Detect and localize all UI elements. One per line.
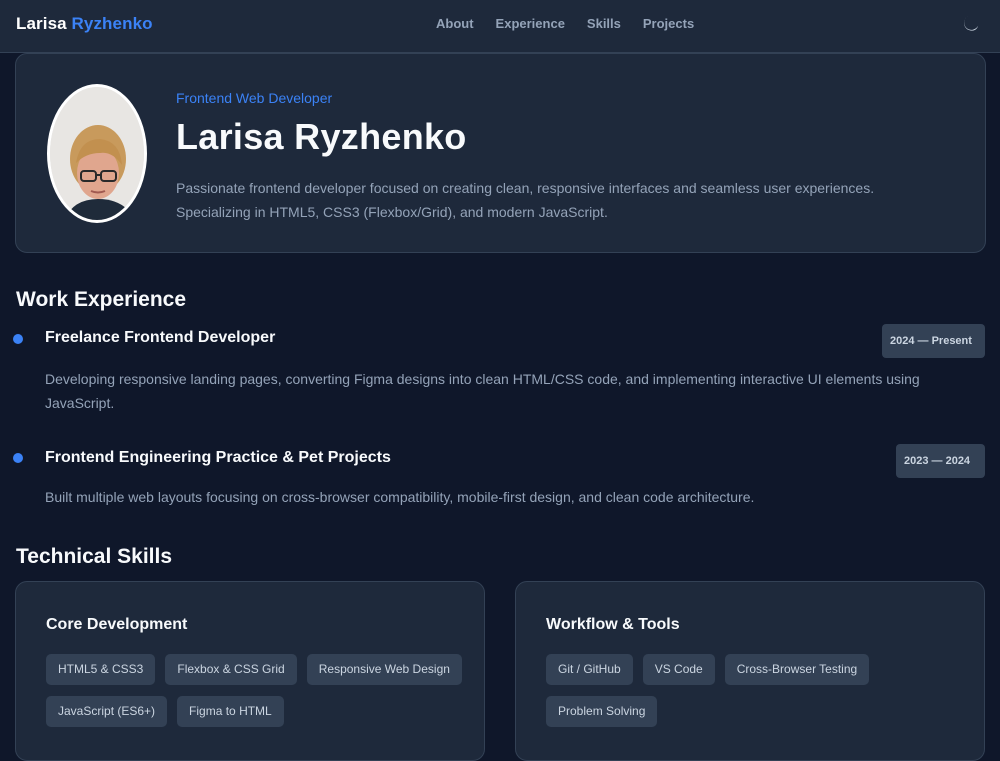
skill-card-title: Core Development bbox=[46, 616, 188, 633]
timeline-dot bbox=[13, 453, 23, 463]
job-description: Developing responsive landing pages, con… bbox=[45, 371, 920, 411]
skill-tag: Flexbox & CSS Grid bbox=[165, 654, 297, 685]
hero-role: Frontend Web Developer bbox=[176, 90, 333, 106]
brand-first-name: Larisa bbox=[16, 14, 67, 33]
theme-toggle-button[interactable] bbox=[960, 12, 982, 34]
hero-description: Passionate frontend developer focused on… bbox=[176, 180, 875, 220]
nav-link-projects[interactable]: Projects bbox=[643, 16, 694, 31]
job-date-badge: 2023 — 2024 bbox=[896, 444, 985, 478]
skill-tag: VS Code bbox=[642, 654, 715, 685]
hero-card: Frontend Web Developer Larisa Ryzhenko P… bbox=[15, 53, 986, 253]
nav-link-about[interactable]: About bbox=[436, 16, 474, 31]
nav-link-experience[interactable]: Experience bbox=[496, 16, 565, 31]
skill-tags: HTML5 & CSS3 Flexbox & CSS Grid Responsi… bbox=[46, 654, 466, 727]
moon-icon bbox=[964, 15, 979, 31]
skill-tag: Cross-Browser Testing bbox=[724, 654, 870, 685]
skill-card-core: Core Development HTML5 & CSS3 Flexbox & … bbox=[15, 581, 485, 761]
job-title: Frontend Engineering Practice & Pet Proj… bbox=[45, 449, 391, 466]
job-date-badge: 2024 — Present bbox=[882, 324, 985, 358]
skill-tag: Responsive Web Design bbox=[306, 654, 462, 685]
timeline-dot bbox=[13, 334, 23, 344]
experience-section-title: Work Experience bbox=[16, 288, 187, 311]
skills-section-title: Technical Skills bbox=[16, 545, 173, 568]
brand-last-name: Ryzhenko bbox=[71, 14, 153, 33]
profile-photo bbox=[50, 87, 144, 220]
top-navbar: Larisa Ryzhenko About Experience Skills … bbox=[0, 0, 1000, 53]
skill-tag: Problem Solving bbox=[546, 696, 658, 727]
job-title: Freelance Frontend Developer bbox=[45, 329, 276, 346]
skill-tag: JavaScript (ES6+) bbox=[46, 696, 168, 727]
skill-tag: Figma to HTML bbox=[177, 696, 284, 727]
nav-menu: About Experience Skills Projects bbox=[436, 16, 716, 31]
job-description: Built multiple web layouts focusing on c… bbox=[45, 489, 755, 505]
skill-card-title: Workflow & Tools bbox=[546, 616, 680, 633]
skill-tag: Git / GitHub bbox=[546, 654, 633, 685]
nav-link-skills[interactable]: Skills bbox=[587, 16, 621, 31]
skill-card-tools: Workflow & Tools Git / GitHub VS Code Cr… bbox=[515, 581, 985, 761]
brand-logo[interactable]: Larisa Ryzhenko bbox=[16, 14, 153, 34]
skill-tag: HTML5 & CSS3 bbox=[46, 654, 156, 685]
hero-name: Larisa Ryzhenko bbox=[176, 116, 467, 157]
avatar bbox=[47, 84, 147, 223]
skill-tags: Git / GitHub VS Code Cross-Browser Testi… bbox=[546, 654, 966, 727]
